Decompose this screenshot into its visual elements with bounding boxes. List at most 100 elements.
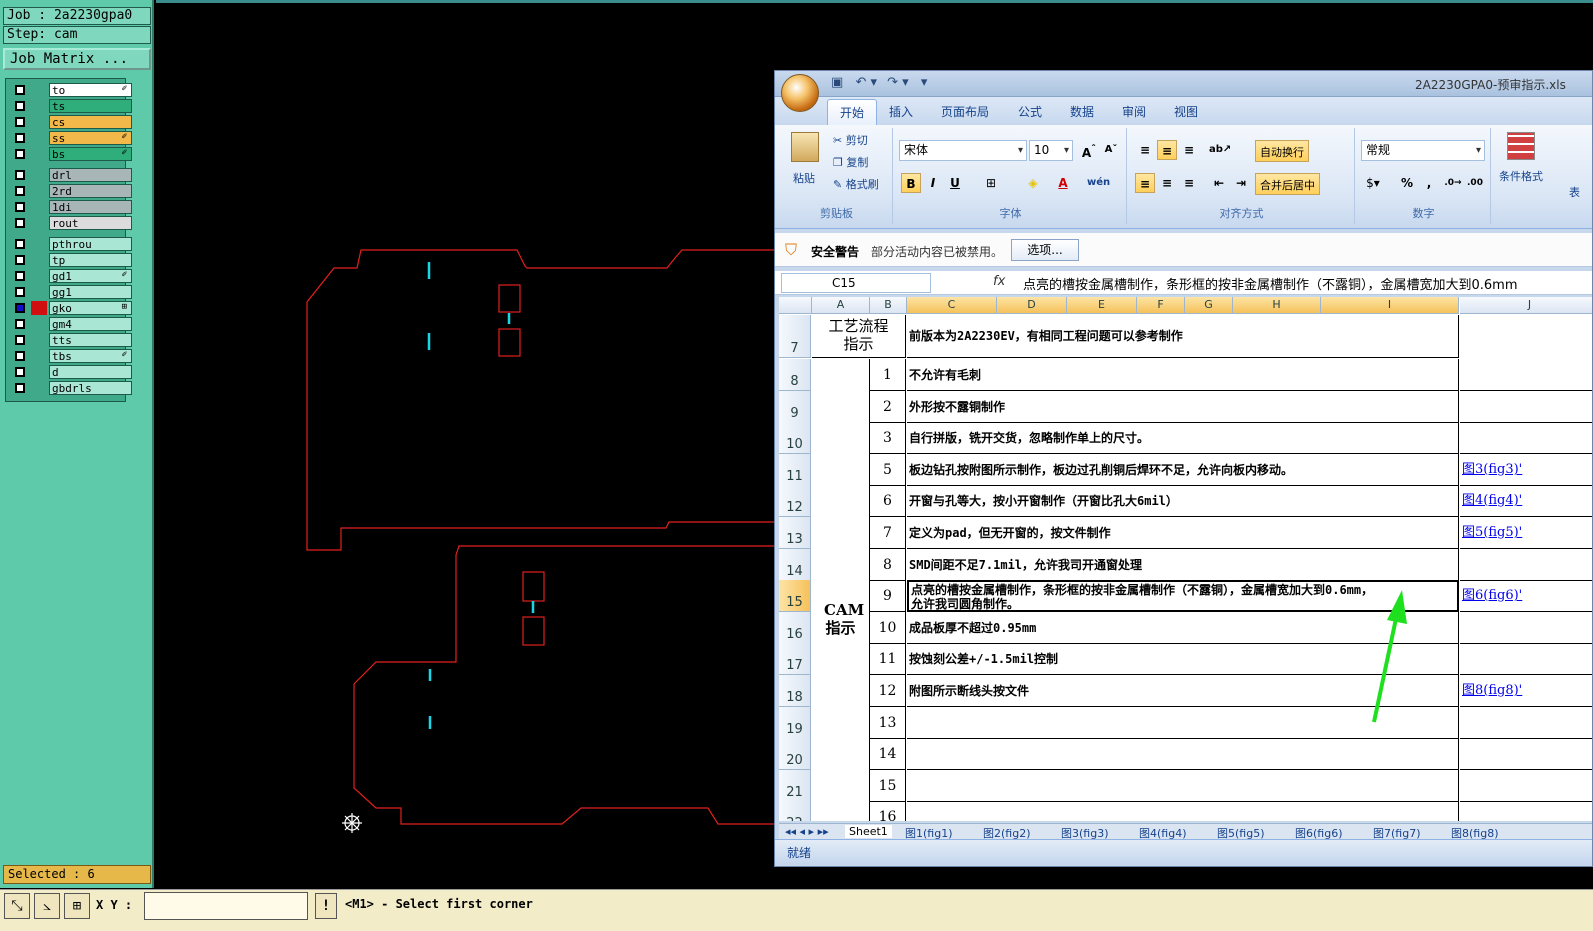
layer-checkbox[interactable] [15,383,25,393]
select-all-corner[interactable] [779,297,812,314]
row-header[interactable]: 14 [779,549,811,581]
undo-icon[interactable]: ↶ ▾ [855,75,877,90]
sheet-navigation-icon[interactable]: ◂◂ ◂ ▸ ▸▸ [785,825,829,838]
item-number-cell[interactable]: 9 [870,580,906,612]
row-header[interactable]: 13 [779,517,811,549]
layer-checkbox[interactable] [15,85,25,95]
instruction-cell[interactable]: 成品板厚不超过0.95mm [907,612,1459,644]
layer-affected-toggle[interactable] [31,115,47,129]
row-header[interactable]: 16 [779,612,811,644]
item-number-cell[interactable]: 15 [870,770,906,802]
customize-icon[interactable]: ▾ [921,75,928,90]
figure-link-cell[interactable] [1460,738,1592,770]
layer-name[interactable]: drl [49,168,132,182]
layer-affected-toggle[interactable] [31,365,47,379]
italic-button[interactable]: I [923,173,943,193]
instruction-cell[interactable]: 外形按不露铜制作 [907,391,1459,423]
layer-row[interactable]: tp [11,253,132,267]
name-box[interactable]: C15 [781,273,931,293]
office-button[interactable] [781,74,819,112]
layer-row[interactable]: tts [11,333,132,347]
row-header[interactable]: 22 [779,801,811,821]
row-header[interactable]: 8 [779,359,811,391]
figure-link-cell[interactable] [1460,391,1592,423]
instruction-cell[interactable]: 附图所示断线头按文件 [907,675,1459,707]
job-matrix-button[interactable]: Job Matrix ... [3,48,151,70]
instruction-cell[interactable] [907,738,1459,770]
increase-decimal-icon[interactable]: .0→ [1443,173,1463,193]
figure-link-cell[interactable] [1460,801,1592,821]
percent-icon[interactable]: % [1397,173,1417,193]
layer-checkbox[interactable] [15,202,25,212]
layer-affected-toggle[interactable] [31,269,47,283]
layer-name[interactable]: bs [49,147,132,161]
formula-input[interactable]: 点亮的槽按金属槽制作，条形框的按非金属槽制作（不露铜），金属槽宽加大到0.6mm [1023,274,1518,293]
instruction-cell[interactable]: 点亮的槽按金属槽制作，条形框的按非金属槽制作（不露铜），金属槽宽加大到0.6mm… [907,580,1459,612]
tab-view[interactable]: 视图 [1174,103,1198,120]
layer-checkbox[interactable] [15,351,25,361]
tab-page-layout[interactable]: 页面布局 [941,103,989,120]
wrap-text-button[interactable]: 自动换行 [1255,140,1309,162]
figure-link-cell[interactable]: 图3(fig3)' [1460,454,1592,486]
layer-checkbox[interactable] [15,218,25,228]
column-header[interactable]: B [870,297,907,314]
item-number-cell[interactable]: 3 [870,422,906,454]
orientation-icon[interactable]: ab↗ [1209,140,1231,160]
column-header[interactable]: G [1185,297,1233,314]
paste-button[interactable]: 粘贴 [793,170,815,186]
layer-checkbox[interactable] [15,101,25,111]
fill-color-icon[interactable]: ◈ [1023,173,1043,193]
sheet-tab[interactable]: Sheet1 [845,825,892,838]
process-note[interactable]: 前版本为2A2230EV，有相同工程问题可以参考制作 [907,315,1459,358]
currency-icon[interactable]: $▾ [1363,173,1383,193]
alert-icon[interactable]: ! [315,893,337,919]
layer-row[interactable]: tbs ✐ [11,349,132,363]
item-number-cell[interactable]: 12 [870,675,906,707]
font-size-combo[interactable]: 10 [1029,140,1073,161]
tab-insert[interactable]: 插入 [889,103,913,120]
align-right-icon[interactable]: ≡ [1179,173,1199,193]
layer-checkbox[interactable] [15,133,25,143]
options-button[interactable]: 选项... [1011,239,1079,261]
figure-link-cell[interactable]: 图5(fig5)' [1460,517,1592,549]
row-header[interactable]: 10 [779,422,811,454]
layer-affected-toggle[interactable] [31,83,47,97]
measure-icon[interactable]: ⦣ [34,893,60,919]
layer-row[interactable]: gbdrls [11,381,132,395]
layer-affected-toggle[interactable] [31,184,47,198]
layer-name[interactable]: cs [49,115,132,129]
layer-row[interactable]: gko ⊞ [11,301,132,315]
copy-button[interactable]: ❐ 复制 [833,154,868,170]
figure-link-cell[interactable]: 图8(fig8)' [1460,675,1592,707]
layer-name[interactable]: gd1 [49,269,132,283]
paste-icon[interactable] [791,132,819,162]
figure-link-cell[interactable] [1460,612,1592,644]
layer-name[interactable]: tts [49,333,132,347]
layer-checkbox[interactable] [15,303,25,313]
layer-affected-toggle[interactable] [31,253,47,267]
font-name-combo[interactable]: 宋体 [899,140,1027,161]
border-icon[interactable]: ⊞ [981,173,1001,193]
layer-name[interactable]: ss [49,131,132,145]
layer-name[interactable]: 1di [49,200,132,214]
font-color-icon[interactable]: A [1053,173,1073,193]
column-header[interactable]: J [1460,297,1592,314]
save-icon[interactable]: ▣ [831,75,843,90]
instruction-cell[interactable]: SMD间距不足7.1mil，允许我司开通窗处理 [907,549,1459,581]
layer-row[interactable]: gg1 [11,285,132,299]
layer-affected-toggle[interactable] [31,147,47,161]
layer-checkbox[interactable] [15,287,25,297]
layer-name[interactable]: tp [49,253,132,267]
align-center-icon[interactable]: ≡ [1157,173,1177,193]
layer-affected-toggle[interactable] [31,131,47,145]
comma-icon[interactable]: , [1419,173,1439,193]
layer-name[interactable]: 2rd [49,184,132,198]
figure-link-cell[interactable] [1460,770,1592,802]
item-number-cell[interactable]: 6 [870,485,906,517]
instruction-cell[interactable]: 定义为pad，但无开窗的，按文件制作 [907,517,1459,549]
layer-row[interactable]: d [11,365,132,379]
layer-affected-toggle[interactable] [31,216,47,230]
phonetic-icon[interactable]: wén [1087,173,1110,193]
conditional-format-icon[interactable] [1507,132,1535,160]
layer-name[interactable]: gbdrls [49,381,132,395]
